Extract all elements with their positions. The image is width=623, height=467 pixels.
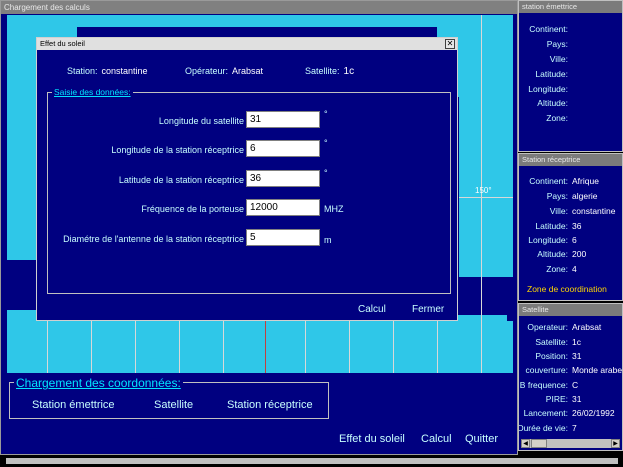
taskbar [6, 458, 618, 464]
map-longitude-label: 150° [475, 186, 492, 195]
satellite-panel-scrollbar[interactable]: ◀ ▶ [521, 439, 620, 448]
info-row: Altitude: 200 [537, 249, 587, 259]
field-label: Latitude de la station réceptrice [118, 175, 244, 185]
map-gridline [349, 321, 350, 373]
zone-coordination-link[interactable]: Zone de coordination [527, 284, 607, 294]
info-row: Zone: [546, 113, 568, 123]
emitting-station-title: station émettrice [519, 1, 622, 13]
scroll-thumb[interactable] [531, 439, 547, 448]
field-label: Longitude du satellite [158, 116, 244, 126]
satellite-longitude-input[interactable] [246, 111, 320, 128]
map-gridline [47, 321, 48, 373]
station-latitude-input[interactable] [246, 170, 320, 187]
main-title: Chargement des calculs [1, 1, 517, 14]
station-longitude-input[interactable] [246, 140, 320, 157]
map-land [7, 15, 513, 27]
load-emitting-station-button[interactable]: Station émettrice [32, 399, 115, 411]
carrier-frequency-input[interactable] [246, 199, 320, 216]
field-unit: ° [324, 138, 328, 148]
antenna-diameter-input[interactable] [246, 229, 320, 246]
field-unit: MHZ [324, 204, 344, 214]
map-gridline [223, 321, 224, 373]
info-row: Operateur: Arabsat [527, 322, 602, 332]
scroll-left-icon[interactable]: ◀ [521, 439, 530, 448]
satellite-panel: Satellite Operateur: Arabsat Satellite: 1c… [518, 303, 623, 451]
emitting-station-panel: station émettrice Continent: Pays: Ville… [518, 0, 623, 152]
map-gridline [305, 321, 306, 373]
info-row: Latitude: 36 [535, 221, 582, 231]
info-row: Ville: constantine [549, 206, 616, 216]
map-gridline [459, 197, 513, 198]
field-unit: ° [324, 168, 328, 178]
info-row: Ville: [549, 54, 568, 64]
field-label: Diamétre de l'antenne de la station réce… [63, 234, 244, 244]
close-icon[interactable]: ✕ [445, 39, 455, 49]
dialog-satellite-info: Satellite: 1c [305, 66, 355, 77]
dialog-calcul-button[interactable]: Calcul [358, 304, 386, 315]
satellite-panel-title: Satellite [519, 304, 622, 316]
map-gridline [437, 321, 438, 373]
field-unit: ° [324, 109, 328, 119]
info-row: Lancement: 26/02/1992 [523, 408, 615, 418]
map-gridline [135, 321, 136, 373]
field-unit: m [324, 235, 332, 245]
data-entry-group-title: Saisie des données: [52, 87, 133, 97]
map-gridline [179, 321, 180, 373]
info-row: Longitude: [528, 84, 568, 94]
receiving-station-panel: Station réceptrice Continent: Afrique Pay… [518, 153, 623, 301]
dialog-station-info: Station: constantine [67, 66, 148, 76]
info-row: Zone: 4 [546, 264, 577, 274]
info-row: Longitude: 6 [528, 235, 577, 245]
map-meridian [265, 321, 266, 373]
map-gridline [91, 321, 92, 373]
receiving-station-title: Station réceptrice [519, 154, 622, 166]
info-row: Pays: algerie [546, 191, 598, 201]
scroll-right-icon[interactable]: ▶ [611, 439, 620, 448]
info-row: couverture: Monde arabe [525, 365, 623, 375]
field-label: Fréquence de la porteuse [141, 204, 244, 214]
info-row: Latitude: [535, 69, 568, 79]
info-row: Altitude: [537, 98, 568, 108]
coordinates-group-title: Chargement des coordonnées: [14, 376, 183, 390]
load-receiving-station-button[interactable]: Station réceptrice [227, 399, 313, 411]
field-label: Longitude de la station réceptrice [111, 145, 244, 155]
info-row: Satellite: 1c [535, 337, 581, 347]
quit-button[interactable]: Quitter [465, 433, 498, 445]
data-entry-group: Saisie des données: Longitude du satelli… [47, 87, 451, 294]
coordinates-loading-group: Chargement des coordonnées: Station émet… [9, 376, 329, 419]
taskbar-strip [0, 455, 623, 467]
dialog-operator-info: Opérateur: Arabsat [185, 66, 264, 76]
info-row: Durée de vie: 7 [518, 423, 577, 433]
info-row: Position: 31 [535, 351, 582, 361]
map-gridline [393, 321, 394, 373]
info-row: B frequence: C [519, 380, 579, 390]
calcul-button[interactable]: Calcul [421, 433, 452, 445]
info-row: Continent: [529, 24, 568, 34]
info-row: Pays: [546, 39, 568, 49]
dialog-close-button[interactable]: Fermer [412, 304, 444, 315]
sun-effect-button[interactable]: Effet du soleil [339, 433, 405, 445]
map-land [459, 27, 513, 277]
info-row: PIRE: 31 [545, 394, 582, 404]
info-row: Continent: Afrique [529, 176, 599, 186]
dialog-title: Effet du soleil [37, 38, 457, 50]
load-satellite-button[interactable]: Satellite [154, 399, 193, 411]
sun-effect-dialog: Effet du soleil ✕ Station: constantine Op… [36, 37, 458, 321]
